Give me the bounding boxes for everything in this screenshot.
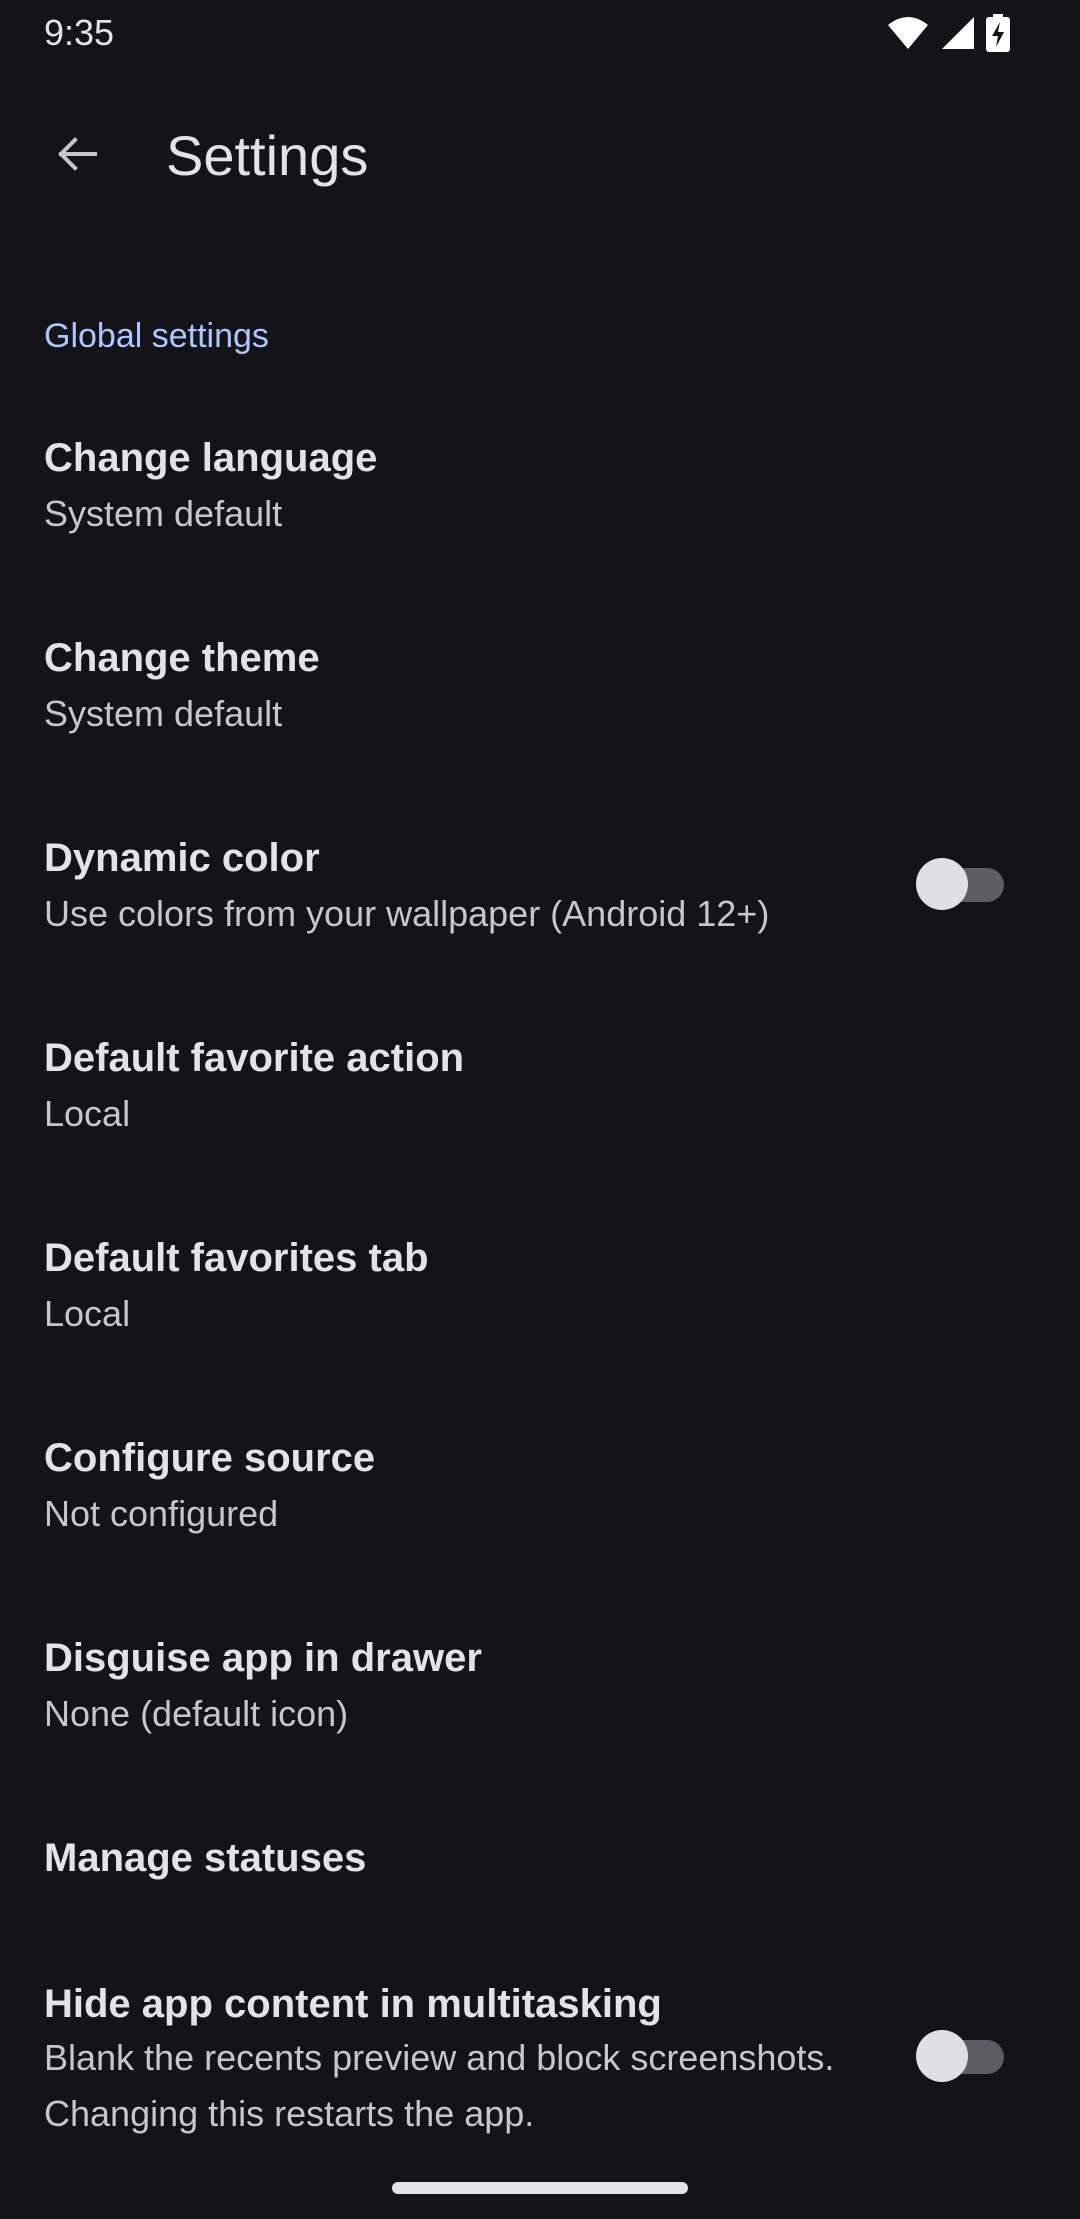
- setting-disguise-app-in-drawer[interactable]: Disguise app in drawer None (default ico…: [0, 1600, 1080, 1800]
- section-header: Global settings: [44, 317, 269, 355]
- setting-summary: Not configured: [44, 1493, 279, 1534]
- setting-title: Default favorite action: [44, 1036, 465, 1080]
- setting-title: Configure source: [44, 1436, 376, 1480]
- setting-summary: System default: [44, 693, 283, 734]
- setting-summary: Use colors from your wallpaper (Android …: [44, 893, 770, 934]
- setting-hide-app-content[interactable]: Hide app content in multitasking Blank t…: [0, 1948, 1080, 2188]
- setting-default-favorite-action[interactable]: Default favorite action Local: [0, 1000, 1080, 1200]
- setting-configure-source[interactable]: Configure source Not configured: [0, 1400, 1080, 1600]
- setting-manage-statuses[interactable]: Manage statuses: [0, 1800, 1080, 1948]
- back-button[interactable]: [40, 124, 114, 188]
- status-bar: 9:35: [0, 0, 1080, 64]
- status-time: 9:35: [44, 12, 115, 53]
- setting-title: Manage statuses: [44, 1836, 367, 1880]
- setting-change-theme[interactable]: Change theme System default: [0, 600, 1080, 800]
- status-icons: [886, 14, 1010, 57]
- setting-title: Default favorites tab: [44, 1236, 429, 1280]
- app-bar: Settings: [0, 100, 1080, 212]
- switch-thumb: [916, 2030, 968, 2082]
- setting-change-language[interactable]: Change language System default: [0, 400, 1080, 600]
- setting-default-favorites-tab[interactable]: Default favorites tab Local: [0, 1200, 1080, 1400]
- setting-summary: Local: [44, 1093, 131, 1134]
- setting-title: Dynamic color: [44, 836, 320, 880]
- page-title: Settings: [166, 124, 369, 187]
- switch-thumb: [916, 858, 968, 910]
- setting-title: Hide app content in multitasking: [44, 1982, 662, 2026]
- setting-summary: System default: [44, 493, 283, 534]
- wifi-icon: [886, 15, 930, 56]
- gesture-nav-handle[interactable]: [392, 2182, 688, 2194]
- dynamic-color-switch[interactable]: [916, 858, 1006, 910]
- arrow-back-icon: [53, 130, 101, 183]
- setting-summary: None (default icon): [44, 1693, 349, 1734]
- setting-summary: Blank the recents preview and block scre…: [44, 2037, 835, 2134]
- hide-app-content-switch[interactable]: [916, 2030, 1006, 2082]
- setting-title: Change theme: [44, 636, 320, 680]
- cellular-signal-icon: [940, 15, 976, 56]
- setting-title: Change language: [44, 436, 378, 480]
- setting-summary: Local: [44, 1293, 131, 1334]
- setting-title: Disguise app in drawer: [44, 1636, 482, 1680]
- setting-dynamic-color[interactable]: Dynamic color Use colors from your wallp…: [0, 800, 1080, 1000]
- battery-charging-icon: [986, 14, 1010, 57]
